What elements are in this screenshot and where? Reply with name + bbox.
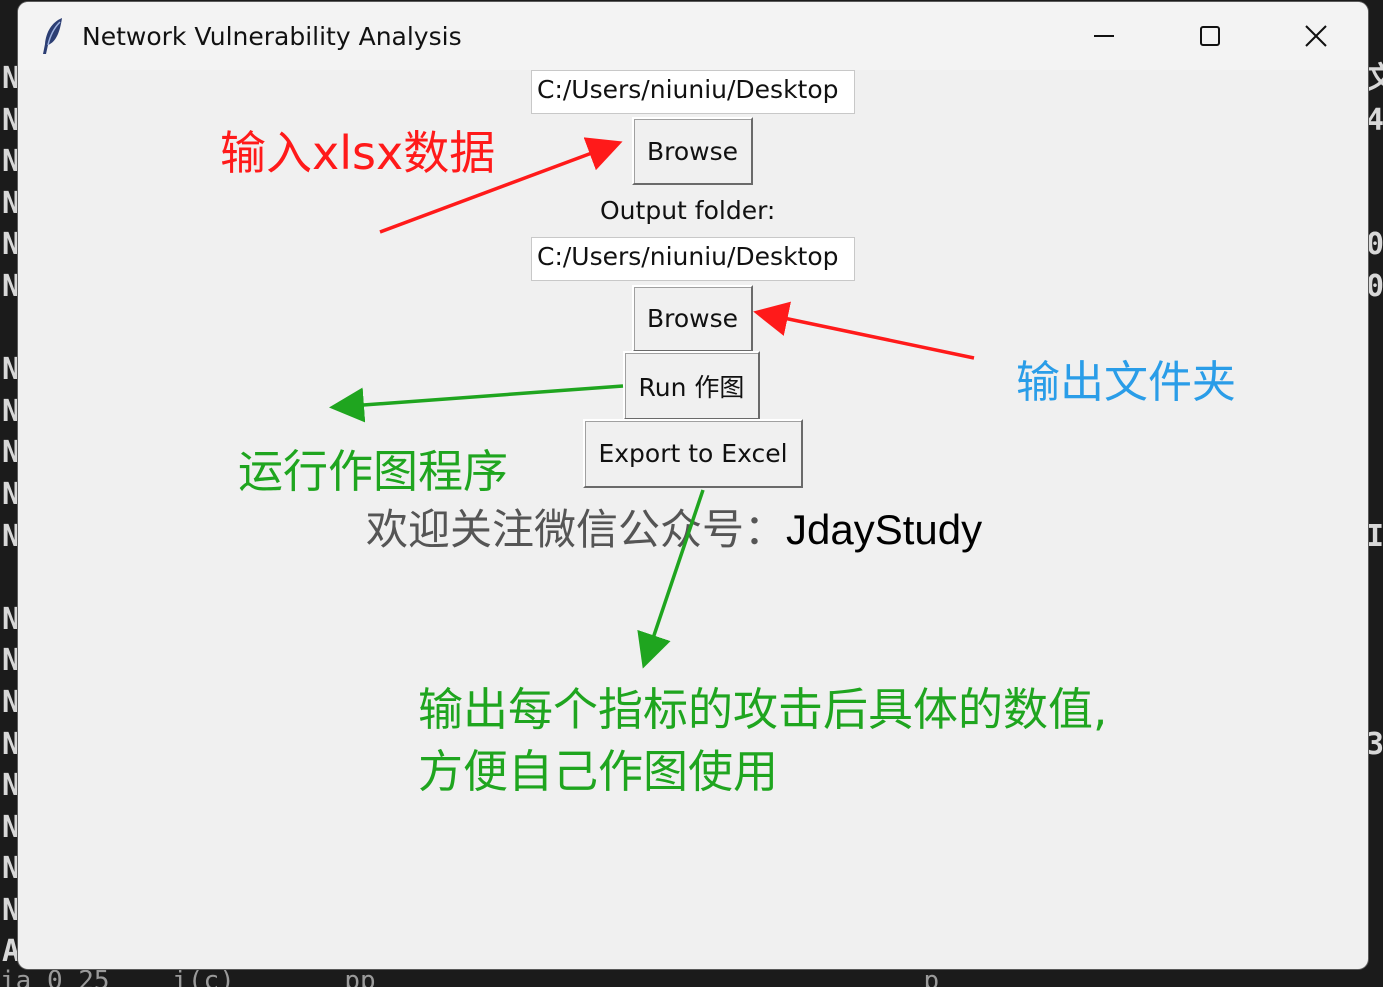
background-glyph: 文	[1366, 61, 1383, 96]
background-glyph	[1366, 183, 1383, 225]
background-glyph	[1366, 890, 1383, 932]
background-glyph: 3	[1366, 726, 1383, 762]
background-glyph: I	[1366, 518, 1383, 554]
background-glyph	[1366, 391, 1383, 433]
background-glyph	[1366, 765, 1383, 807]
background-glyph	[1366, 848, 1383, 890]
annotation-arrows	[329, 137, 975, 669]
background-glyph	[1366, 931, 1383, 973]
background-glyph	[1366, 807, 1383, 849]
background-glyph	[1366, 640, 1383, 682]
background-glyph: 4	[1366, 102, 1383, 138]
app-window: Network Vulnerability Analysis C:/Users/…	[18, 2, 1368, 969]
background-terminal-right: 文 4 0 0 I 3	[1366, 58, 1383, 973]
arrow-from-export	[637, 489, 705, 669]
arrow-to-output-browse	[753, 301, 975, 360]
background-glyph	[1366, 141, 1383, 183]
arrow-to-input-browse	[379, 137, 623, 234]
background-glyph	[1366, 432, 1383, 474]
background-glyph	[1366, 349, 1383, 391]
background-terminal-bottom: ia 0 25 i(c) pp p	[0, 968, 940, 987]
background-glyph	[1366, 682, 1383, 724]
background-glyph	[1366, 557, 1383, 599]
background-glyph	[1366, 308, 1383, 350]
background-glyph	[1366, 599, 1383, 641]
arrow-from-run	[329, 384, 624, 423]
background-glyph	[1366, 474, 1383, 516]
background-glyph: 0	[1366, 227, 1383, 263]
background-glyph: 0	[1366, 268, 1383, 304]
